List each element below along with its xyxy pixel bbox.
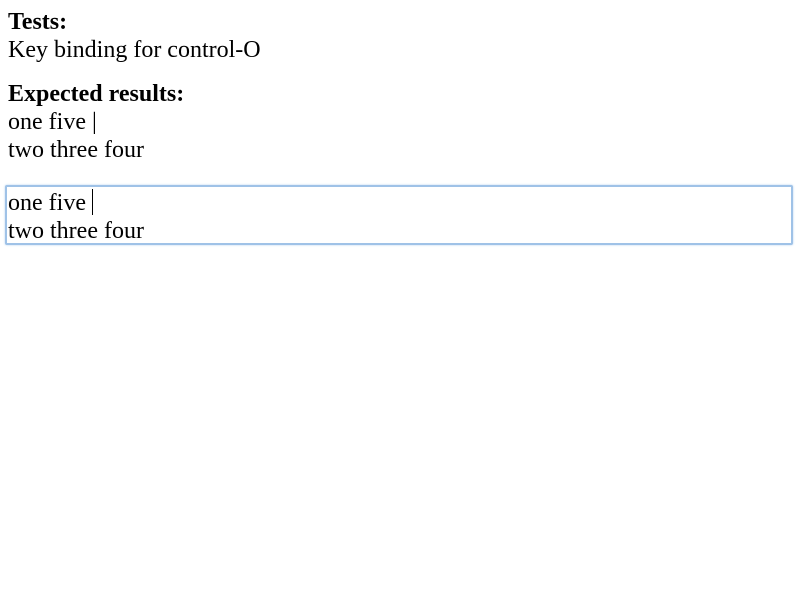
- editor-line-2: two three four: [8, 218, 144, 244]
- editor-line-1-container: one five: [8, 189, 93, 217]
- text-caret: [91, 189, 93, 215]
- expected-result-line-2: two three four: [8, 137, 144, 163]
- expected-results-heading: Expected results:: [8, 81, 185, 107]
- test-page: Tests: Key binding for control-O Expecte…: [0, 0, 800, 600]
- editable-text-area[interactable]: one five two three four: [5, 185, 793, 245]
- tests-heading: Tests:: [8, 9, 68, 35]
- editor-line-1: one five: [8, 190, 86, 216]
- expected-result-line-1: one five |: [8, 109, 97, 135]
- tests-description: Key binding for control-O: [8, 37, 261, 63]
